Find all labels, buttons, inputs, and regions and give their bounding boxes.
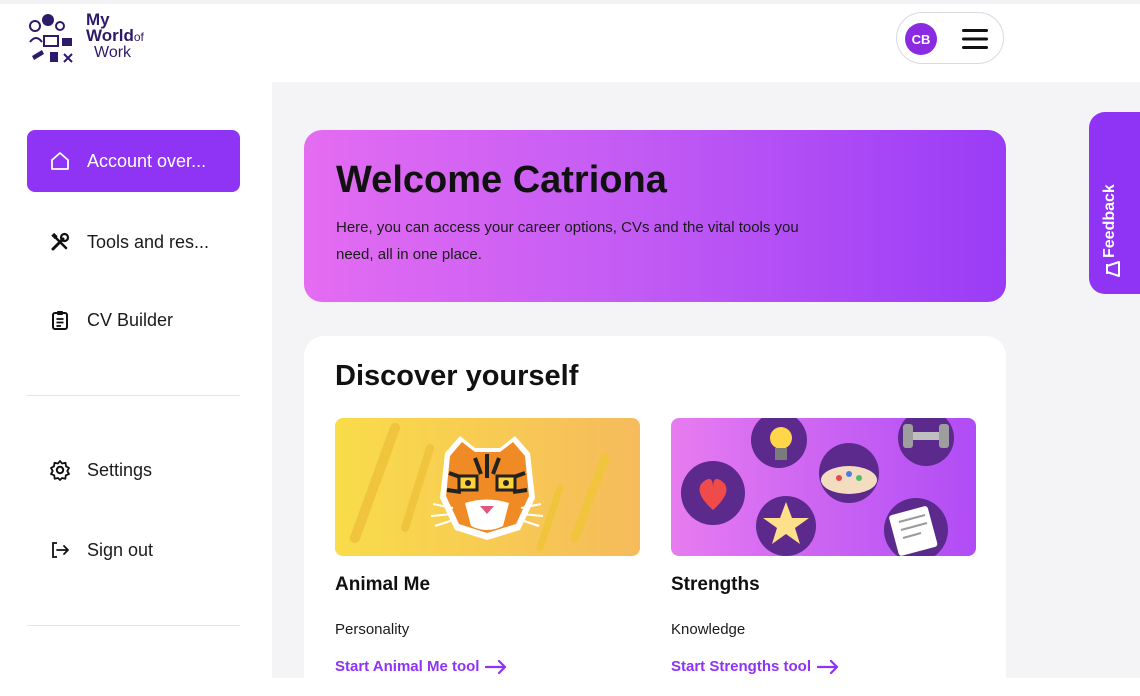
- gear-icon: [50, 460, 70, 481]
- logo-text: My Worldof Work: [86, 11, 144, 61]
- link-label: Start Strengths tool: [671, 658, 812, 675]
- tools-icon: [51, 232, 70, 251]
- feedback-tab[interactable]: Feedback: [1089, 112, 1140, 294]
- clipboard-icon: [52, 311, 68, 330]
- site-header: My Worldof Work CB: [0, 4, 1140, 82]
- sidebar-item-label: Settings: [87, 459, 153, 480]
- discover-yourself-panel: Discover yourself Animal Me Personality …: [304, 336, 1006, 696]
- my-world-of-work-logo[interactable]: My Worldof Work: [26, 10, 176, 70]
- arrow-right-icon: [816, 659, 839, 675]
- sidebar-item-settings[interactable]: Settings: [27, 439, 240, 501]
- sidebar-item-label: CV Builder: [87, 309, 174, 330]
- sidebar-item-label: Account over...: [87, 150, 207, 171]
- sidebar-item-label: Tools and res...: [87, 231, 210, 252]
- logo-icons: [29, 14, 73, 63]
- sidebar-nav: Account over... Tools and res... CV Buil…: [0, 82, 272, 678]
- welcome-title: Welcome Catriona: [336, 159, 667, 201]
- welcome-text: Here, you can access your career options…: [336, 219, 799, 263]
- strengths-image: [671, 418, 976, 556]
- sidebar-divider: [27, 625, 240, 626]
- start-animal-me-link[interactable]: Start Animal Me tool: [335, 658, 507, 675]
- sign-out-icon: [52, 542, 69, 558]
- card-title: Animal Me: [335, 574, 431, 595]
- home-icon: [51, 152, 69, 170]
- sidebar-item-cv-builder[interactable]: CV Builder: [27, 289, 240, 351]
- tiger-image: [335, 418, 640, 556]
- megaphone-icon: [1106, 261, 1120, 277]
- logo-line3: Work: [94, 44, 132, 61]
- discover-title: Discover yourself: [335, 360, 579, 392]
- sidebar-item-label: Sign out: [87, 539, 154, 560]
- card-subtitle: Knowledge: [671, 621, 746, 638]
- welcome-banner: Welcome Catriona Here, you can access yo…: [304, 130, 1006, 302]
- sidebar-item-tools-and-resources[interactable]: Tools and res...: [27, 211, 240, 273]
- strengths-illustration[interactable]: [671, 418, 976, 556]
- arrow-right-icon: [485, 659, 507, 675]
- user-menu-button[interactable]: CB: [896, 12, 1004, 64]
- main-content: Welcome Catriona Here, you can access yo…: [272, 82, 1140, 696]
- logo-line2: Worldof: [86, 26, 144, 45]
- card-title: Strengths: [671, 574, 760, 595]
- logo-line2-small: of: [133, 30, 144, 44]
- sidebar-item-account-overview[interactable]: Account over...: [27, 130, 240, 192]
- card-subtitle: Personality: [335, 621, 410, 638]
- animal-me-card[interactable]: Animal Me Personality Start Animal Me to…: [335, 418, 640, 675]
- feedback-label: Feedback: [1101, 184, 1118, 258]
- start-strengths-link[interactable]: Start Strengths tool: [671, 658, 839, 675]
- strengths-card[interactable]: Strengths Knowledge Start Strengths tool: [671, 418, 976, 675]
- logo-line2-main: World: [86, 26, 134, 45]
- link-label: Start Animal Me tool: [335, 658, 480, 675]
- sidebar-item-sign-out[interactable]: Sign out: [27, 519, 240, 581]
- tiger-illustration[interactable]: [335, 418, 640, 556]
- hamburger-menu-icon[interactable]: [961, 27, 989, 51]
- avatar[interactable]: CB: [905, 23, 937, 55]
- sidebar-divider: [27, 395, 240, 396]
